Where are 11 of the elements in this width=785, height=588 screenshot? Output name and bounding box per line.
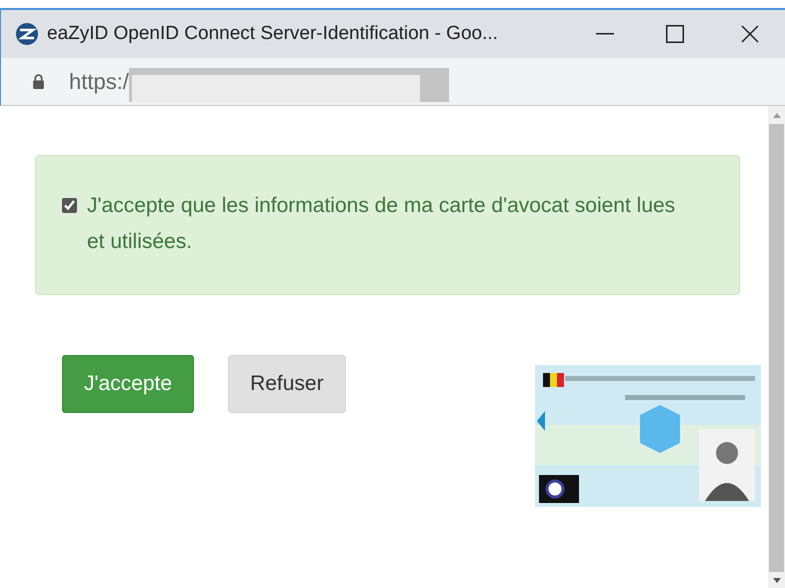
window-title: eaZyID OpenID Connect Server-Identification - Goo... [47,22,498,46]
url-text: https:/ [69,68,129,96]
refuse-button[interactable]: Refuser [228,355,346,413]
consent-checkbox[interactable] [62,198,77,213]
minimize-icon [596,33,614,35]
consent-text: J'accepte que les informations de ma carte d'avocat soient lues et utilisées. [87,193,676,255]
maximize-icon [666,25,684,43]
lock-icon [32,74,45,89]
globe-logo-icon [15,22,39,46]
close-icon [741,25,759,43]
scrollbar-thumb[interactable] [769,124,784,572]
